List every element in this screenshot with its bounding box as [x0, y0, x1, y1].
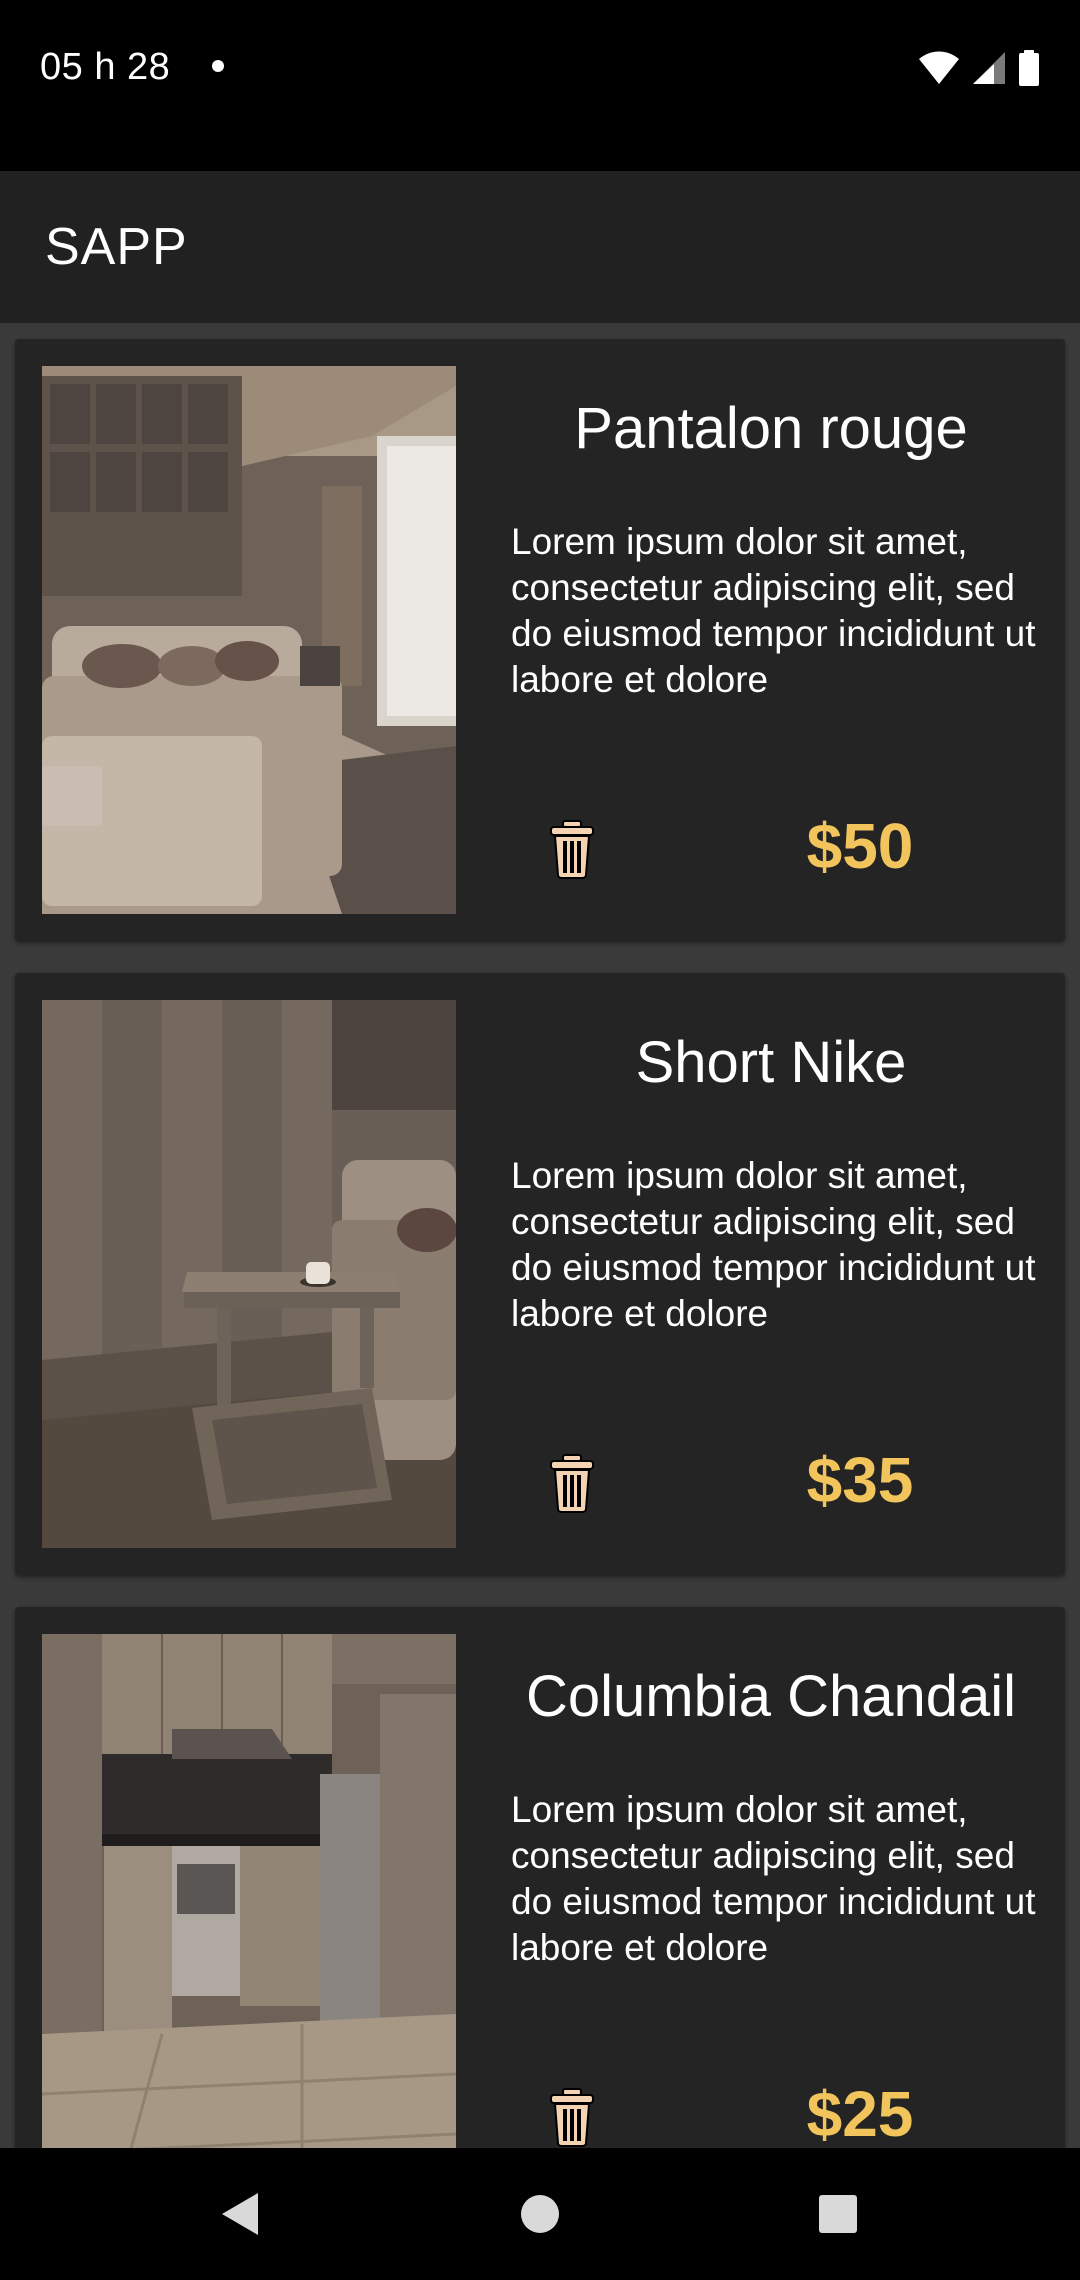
- product-image: [42, 1634, 456, 2148]
- product-image: [42, 1000, 456, 1548]
- status-bar: 05 h 28: [0, 0, 1080, 171]
- living-room-sofa-image: [42, 366, 456, 914]
- app-title: SAPP: [45, 218, 188, 276]
- trash-icon: [550, 1454, 594, 1513]
- product-name: Columbia Chandail: [525, 1664, 1017, 1729]
- product-description: Lorem ipsum dolor sit amet, consectetur …: [511, 1789, 1036, 1968]
- product-price: $50: [806, 810, 914, 882]
- product-card[interactable]: Pantalon rouge Lorem ipsum dolor sit ame…: [15, 339, 1065, 941]
- home-icon: [521, 2195, 559, 2233]
- trash-icon: [550, 2088, 594, 2147]
- battery-icon: [1019, 50, 1039, 86]
- home-button[interactable]: [460, 2148, 620, 2280]
- status-time: 05 h 28: [40, 46, 171, 88]
- side-table-coffee-image: [42, 1000, 456, 1548]
- product-price: $35: [806, 1444, 914, 1516]
- back-icon: [222, 2193, 258, 2235]
- recents-button[interactable]: [758, 2148, 918, 2280]
- recents-icon: [819, 2195, 857, 2233]
- kitchen-image: [42, 1634, 456, 2148]
- dot-icon: [212, 60, 224, 72]
- delete-button[interactable]: [542, 1447, 602, 1519]
- product-card[interactable]: Short Nike Lorem ipsum dolor sit amet, c…: [15, 973, 1065, 1575]
- product-description: Lorem ipsum dolor sit amet, consectetur …: [511, 1155, 1036, 1334]
- navigation-bar: [0, 2148, 1080, 2280]
- signal-icon: [973, 52, 1005, 84]
- product-image: [42, 366, 456, 914]
- product-name: Pantalon rouge: [574, 396, 968, 461]
- product-card[interactable]: Columbia Chandail Lorem ipsum dolor sit …: [15, 1607, 1065, 2148]
- product-list[interactable]: Pantalon rouge Lorem ipsum dolor sit ame…: [0, 323, 1080, 2148]
- product-price: $25: [806, 2078, 914, 2148]
- back-button[interactable]: [160, 2148, 320, 2280]
- trash-icon: [550, 820, 594, 879]
- status-icons: [918, 48, 1040, 88]
- app-bar: SAPP: [0, 171, 1080, 323]
- delete-button[interactable]: [542, 813, 602, 885]
- delete-button[interactable]: [542, 2081, 602, 2148]
- wifi-icon: [919, 51, 959, 84]
- product-name: Short Nike: [635, 1030, 907, 1095]
- product-description: Lorem ipsum dolor sit amet, consectetur …: [511, 521, 1036, 700]
